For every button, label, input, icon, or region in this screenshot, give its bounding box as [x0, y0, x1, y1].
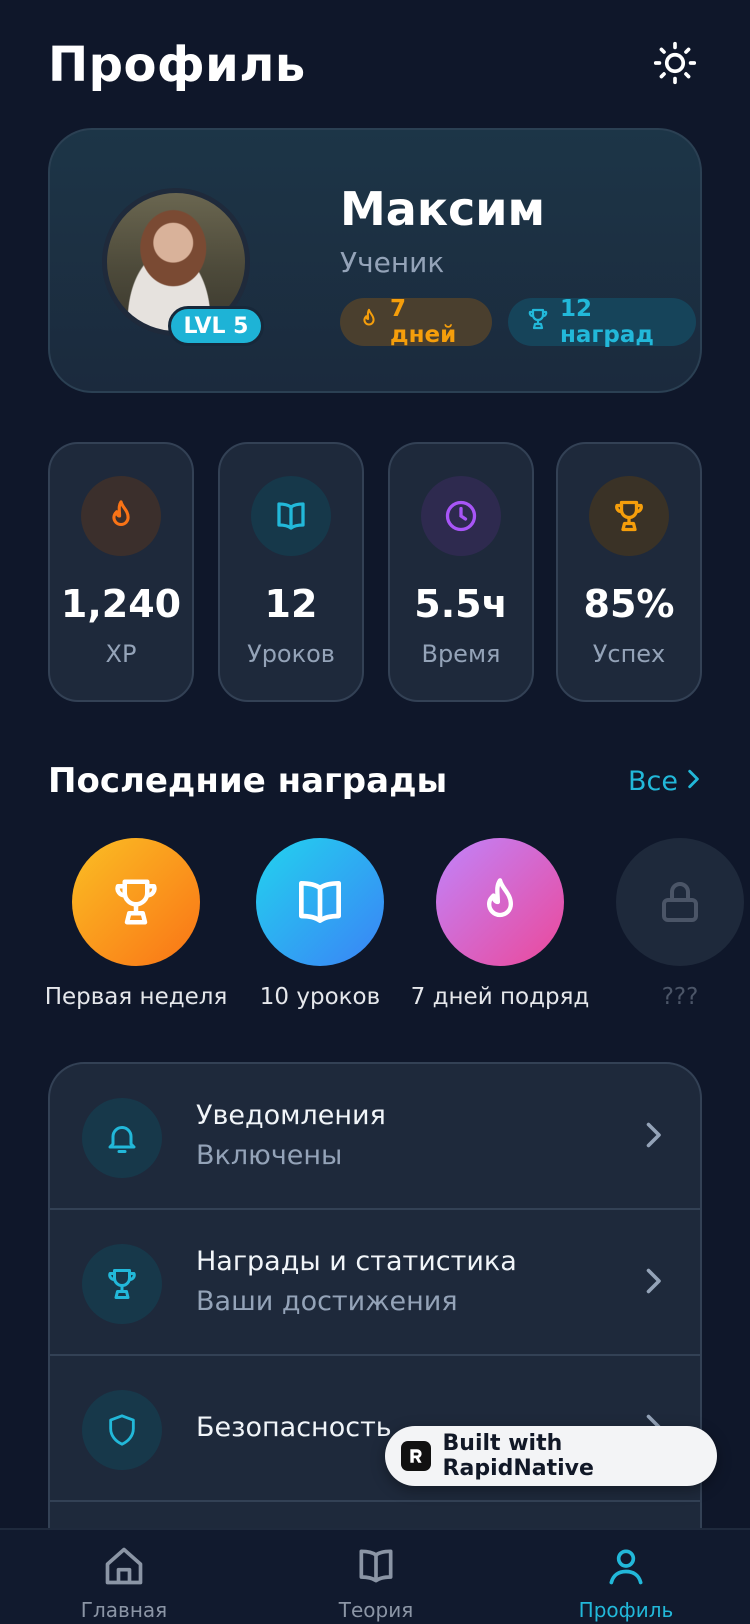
chevron-right-icon: [644, 1266, 662, 1300]
user-role: Ученик: [340, 246, 445, 279]
stat-value: 12: [264, 582, 318, 626]
built-with-label: Built with RapidNative: [442, 1431, 594, 1481]
tab-label: Профиль: [578, 1598, 674, 1622]
home-icon: [102, 1544, 146, 1592]
tab-bar: Главная Теория Профиль: [0, 1528, 750, 1624]
built-with-badge[interactable]: Built with RapidNative: [385, 1426, 717, 1486]
tab-profile[interactable]: Профиль: [536, 1544, 716, 1624]
sun-icon: [653, 41, 697, 89]
book-icon: [251, 476, 331, 556]
trophy-icon: [72, 838, 200, 966]
stat-card-lessons[interactable]: 12 Уроков: [218, 442, 364, 702]
menu-title: Безопасность: [196, 1412, 392, 1443]
recent-awards-header: Последние награды Все: [48, 756, 702, 806]
stat-label: XP: [105, 640, 137, 668]
stat-card-xp[interactable]: 1,240 XP: [48, 442, 194, 702]
see-all-label: Все: [628, 765, 678, 797]
flame-icon: [436, 838, 564, 966]
chevron-right-icon: [684, 766, 702, 797]
shield-icon: [82, 1390, 162, 1470]
trophy-icon: [589, 476, 669, 556]
trophy-icon: [82, 1244, 162, 1324]
level-badge: LVL 5: [168, 306, 264, 346]
flame-icon: [81, 476, 161, 556]
tab-theory[interactable]: Теория: [286, 1544, 466, 1624]
user-name: Максим: [340, 182, 546, 236]
user-icon: [604, 1544, 648, 1592]
see-all-link[interactable]: Все: [628, 766, 702, 797]
book-icon: [353, 1544, 399, 1592]
menu-item-awards-stats[interactable]: Награды и статистика Ваши достижения: [50, 1210, 700, 1356]
streak-chip: 7 дней: [340, 296, 492, 348]
stats-row: 1,240 XP 12 Уроков 5.5ч Время 85% Успех: [48, 442, 702, 702]
menu-item-notifications[interactable]: Уведомления Включены: [50, 1064, 700, 1210]
streak-label: 7 дней: [390, 296, 457, 348]
page-title: Профиль: [48, 37, 306, 93]
stat-value: 5.5ч: [414, 582, 508, 626]
bell-icon: [82, 1098, 162, 1178]
menu-subtitle: Ваши достижения: [196, 1286, 458, 1317]
awards-chip: 12 наград: [508, 296, 696, 348]
chevron-right-icon: [644, 1120, 662, 1154]
trophy-icon: [526, 307, 550, 337]
stat-label: Уроков: [247, 640, 335, 668]
stat-label: Успех: [592, 640, 666, 668]
avatar-wrap[interactable]: LVL 5: [102, 188, 264, 346]
book-icon: [256, 838, 384, 966]
menu-title: Уведомления: [196, 1100, 386, 1131]
stat-card-time[interactable]: 5.5ч Время: [388, 442, 534, 702]
stat-value: 85%: [583, 582, 675, 626]
awards-label: 12 наград: [560, 296, 654, 348]
menu-subtitle: Включены: [196, 1140, 343, 1171]
awards-carousel[interactable]: Первая неделя 10 уроков 7 дней подряд ??…: [0, 838, 750, 1018]
profile-card: LVL 5 Максим Ученик 7 дней 12 наград: [48, 128, 702, 393]
clock-icon: [421, 476, 501, 556]
award-item-locked[interactable]: ???: [580, 838, 750, 1018]
stat-card-success[interactable]: 85% Успех: [556, 442, 702, 702]
rapidnative-logo-icon: [401, 1441, 431, 1471]
tab-label: Главная: [80, 1598, 168, 1622]
flame-icon: [358, 307, 380, 337]
lock-icon: [616, 838, 744, 966]
tab-label: Теория: [338, 1598, 414, 1622]
section-title: Последние награды: [48, 761, 448, 801]
tab-home[interactable]: Главная: [34, 1544, 214, 1624]
theme-toggle-button[interactable]: [650, 40, 700, 90]
stat-value: 1,240: [60, 582, 182, 626]
header: Профиль: [48, 28, 700, 102]
award-label: ???: [661, 984, 699, 1010]
menu-title: Награды и статистика: [196, 1246, 517, 1277]
stat-label: Время: [421, 640, 501, 668]
